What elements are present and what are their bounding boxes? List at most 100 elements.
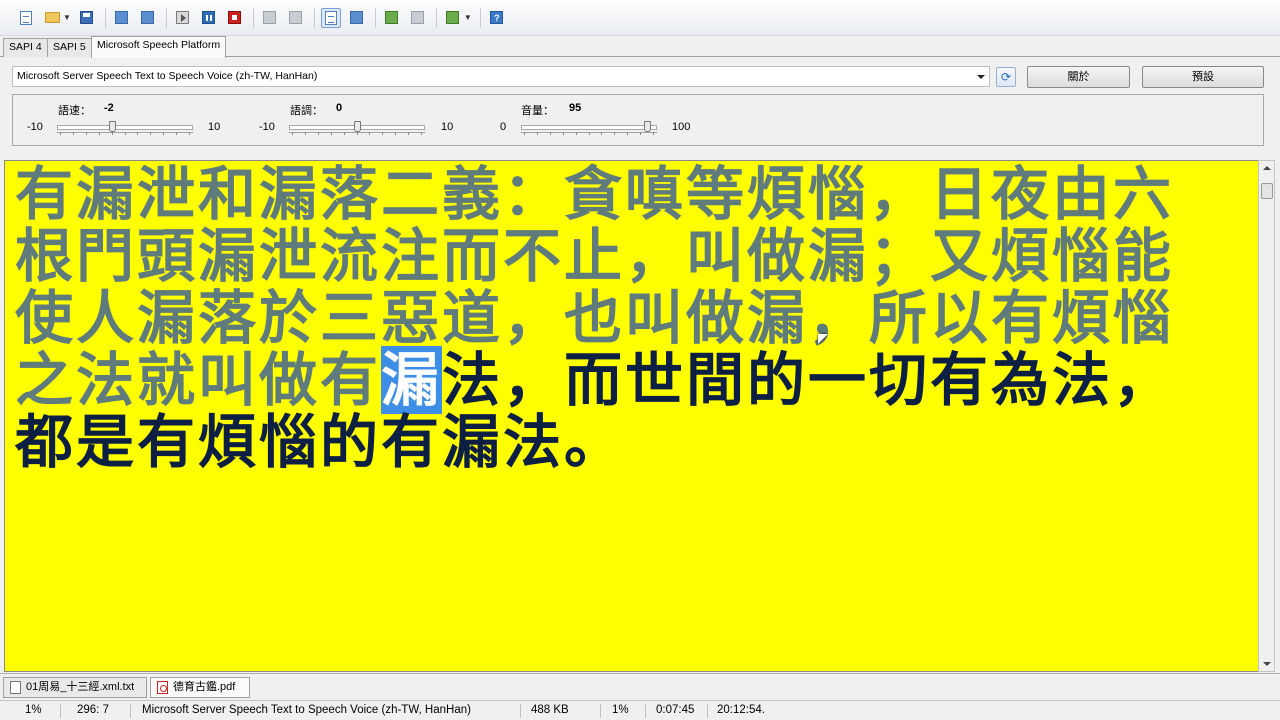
slider-tick (318, 132, 319, 135)
status-size: 488 KB (531, 704, 569, 716)
status-bar: 1% 296: 7 Microsoft Server Speech Text t… (0, 700, 1280, 720)
pitch-label: 語調： (290, 105, 323, 117)
copy-icon[interactable] (260, 8, 280, 28)
rate-max: 10 (208, 121, 221, 133)
stop-icon[interactable] (225, 8, 245, 28)
highlight-icon[interactable] (320, 7, 341, 28)
mouse-cursor-icon (818, 334, 828, 344)
rate-slider[interactable] (57, 121, 193, 135)
help-icon[interactable]: ? (487, 8, 507, 28)
editor-scrollbar[interactable] (1258, 160, 1275, 672)
status-separator (645, 704, 646, 718)
slider-tick (524, 132, 525, 135)
toolbar-separator (435, 7, 437, 28)
pdf-file-icon (157, 681, 168, 694)
pitch-slider-thumb[interactable] (354, 121, 361, 132)
doc-tab-zhouyi[interactable]: 01周易_十三經.xml.txt (3, 677, 147, 698)
voice-select-value: Microsoft Server Speech Text to Speech V… (17, 70, 318, 82)
slider-tick (344, 132, 345, 135)
slider-tick (99, 132, 100, 135)
new-document-icon[interactable] (16, 8, 36, 28)
slider-tick (292, 132, 293, 135)
about-button[interactable]: 關於 (1027, 66, 1130, 88)
slider-tick (640, 132, 641, 135)
refresh-icon: ⟳ (1000, 70, 1012, 84)
tools-dropdown-icon[interactable]: ▼ (464, 13, 472, 22)
chevron-down-icon (977, 75, 985, 79)
slider-tick (563, 132, 564, 135)
toolbar-separator (252, 7, 254, 28)
toolbar-separator (374, 7, 376, 28)
scroll-up-icon[interactable] (1263, 166, 1271, 170)
slider-tick (537, 132, 538, 135)
doc-tab-label: 德育古鑑.pdf (173, 681, 236, 693)
toolbar: ▼ ▼ ? (0, 0, 1280, 36)
status-position: 296: 7 (77, 704, 109, 716)
slider-tick (305, 132, 306, 135)
slider-tick (550, 132, 551, 135)
status-progress: 1% (612, 704, 629, 716)
pitch-slider[interactable] (289, 121, 425, 135)
scroll-down-icon[interactable] (1263, 662, 1271, 666)
tab-sapi4[interactable]: SAPI 4 (3, 38, 48, 57)
slider-tick (614, 132, 615, 135)
voice-settings-panel: 語速： -2 -10 10 語調： 0 -10 10 音量： 95 0 100 (12, 94, 1264, 146)
status-voice: Microsoft Server Speech Text to Speech V… (142, 704, 471, 716)
rate-min: -10 (27, 121, 43, 133)
status-separator (600, 704, 601, 718)
editor-content[interactable]: 有漏泄和漏落二義：貪嗔等煩惱，日夜由六根門頭漏泄流注而不止，叫做漏；又煩惱能使人… (15, 163, 1215, 473)
rate-slider-thumb[interactable] (109, 121, 116, 132)
slider-tick (60, 132, 61, 135)
txt-file-icon (10, 681, 21, 694)
open-folder-icon[interactable] (42, 8, 62, 28)
save-icon[interactable] (77, 8, 97, 28)
status-elapsed: 0:07:45 (656, 704, 695, 716)
tab-sapi5[interactable]: SAPI 5 (47, 38, 92, 57)
toolbar-separator (165, 7, 167, 28)
pitch-max: 10 (441, 121, 454, 133)
tools-icon[interactable] (443, 8, 463, 28)
default-button[interactable]: 預設 (1142, 66, 1264, 88)
toolbar-separator (104, 7, 106, 28)
slider-tick (601, 132, 602, 135)
slider-tick (408, 132, 409, 135)
volume-slider-thumb[interactable] (644, 121, 651, 132)
status-separator (60, 704, 61, 718)
slider-tick (653, 132, 654, 135)
slider-tick (163, 132, 164, 135)
open-dropdown-icon[interactable]: ▼ (63, 13, 71, 22)
slider-tick (357, 132, 358, 135)
file-next-icon[interactable] (408, 8, 428, 28)
tab-microsoft-speech-platform[interactable]: Microsoft Speech Platform (91, 36, 227, 58)
rate-value: -2 (104, 102, 114, 114)
volume-slider[interactable] (521, 121, 657, 135)
document-tabs: 01周易_十三經.xml.txt 德育古鑑.pdf (0, 673, 1280, 699)
slider-tick (421, 132, 422, 135)
convert-icon[interactable] (138, 8, 158, 28)
slider-tick (73, 132, 74, 135)
slider-tick (395, 132, 396, 135)
toolbar-separator (479, 7, 481, 28)
pause-icon[interactable] (199, 8, 219, 28)
slider-tick (112, 132, 113, 135)
slider-tick (176, 132, 177, 135)
status-percent: 1% (25, 704, 42, 716)
rate-label: 語速： (58, 105, 91, 117)
slider-tick (125, 132, 126, 135)
play-icon[interactable] (173, 8, 193, 28)
slider-tick (627, 132, 628, 135)
slider-tick (382, 132, 383, 135)
refresh-voices-button[interactable]: ⟳ (996, 67, 1016, 87)
batch-icon[interactable] (112, 8, 132, 28)
slider-tick (369, 132, 370, 135)
volume-value: 95 (569, 102, 582, 114)
paste-icon[interactable] (286, 8, 306, 28)
file-prev-icon[interactable] (382, 8, 402, 28)
scrollbar-thumb[interactable] (1261, 183, 1273, 199)
speak-icon[interactable] (347, 8, 367, 28)
slider-tick (189, 132, 190, 135)
text-editor[interactable]: 有漏泄和漏落二義：貪嗔等煩惱，日夜由六根門頭漏泄流注而不止，叫做漏；又煩惱能使人… (4, 160, 1258, 672)
engine-tabs: SAPI 4 SAPI 5 Microsoft Speech Platform (0, 36, 1280, 58)
doc-tab-deyu[interactable]: 德育古鑑.pdf (150, 677, 250, 698)
voice-select[interactable]: Microsoft Server Speech Text to Speech V… (12, 66, 990, 87)
